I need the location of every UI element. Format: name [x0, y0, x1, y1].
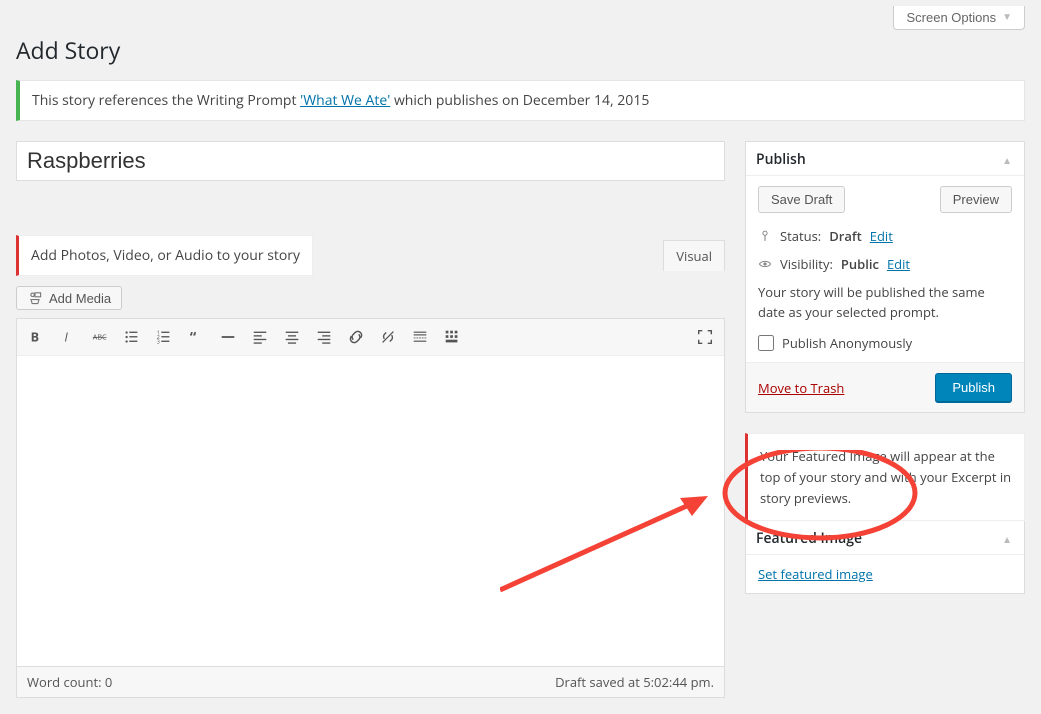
strikethrough-button[interactable]: ABC: [85, 323, 115, 351]
eye-icon: [758, 257, 772, 271]
page-title: Add Story: [16, 34, 1025, 66]
visibility-label: Visibility:: [780, 255, 833, 273]
publish-note: Your story will be published the same da…: [758, 283, 1012, 322]
screen-options-label: Screen Options: [906, 10, 996, 25]
featured-image-notice: Your Featured Image will appear at the t…: [745, 433, 1025, 521]
prompt-link[interactable]: 'What We Ate': [300, 91, 390, 110]
add-media-button[interactable]: Add Media: [16, 286, 122, 310]
publish-button[interactable]: Publish: [935, 373, 1012, 402]
fullscreen-button[interactable]: [690, 323, 720, 351]
align-center-button[interactable]: [277, 323, 307, 351]
collapse-icon[interactable]: ▲: [1002, 532, 1012, 546]
unlink-button[interactable]: [373, 323, 403, 351]
set-featured-image-link[interactable]: Set featured image: [758, 565, 873, 583]
featured-image-box: Featured Image ▲ Set featured image: [745, 521, 1025, 594]
chevron-down-icon: ▼: [1002, 12, 1012, 23]
anon-checkbox-input[interactable]: [758, 335, 774, 351]
bold-button[interactable]: B: [21, 323, 51, 351]
editor-status-bar: Word count: 0 Draft saved at 5:02:44 pm.: [16, 667, 725, 698]
svg-text:3: 3: [157, 337, 160, 345]
screen-options-button[interactable]: Screen Options ▼: [893, 6, 1025, 30]
hr-button[interactable]: [213, 323, 243, 351]
notice-suffix: which publishes on December 14, 2015: [390, 91, 649, 110]
move-to-trash-link[interactable]: Move to Trash: [758, 379, 844, 397]
notice-prefix: This story references the Writing Prompt: [32, 91, 300, 110]
save-draft-button[interactable]: Save Draft: [758, 186, 845, 213]
media-hint: Add Photos, Video, or Audio to your stor…: [16, 235, 313, 276]
word-count: Word count: 0: [27, 673, 112, 691]
draft-saved: Draft saved at 5:02:44 pm.: [555, 673, 714, 691]
anon-label: Publish Anonymously: [782, 334, 912, 352]
pin-icon: [758, 229, 772, 243]
prompt-notice: This story references the Writing Prompt…: [16, 80, 1025, 121]
publish-anonymously-checkbox[interactable]: Publish Anonymously: [758, 334, 1012, 352]
italic-button[interactable]: I: [53, 323, 83, 351]
svg-text:ABC: ABC: [93, 333, 107, 343]
featured-image-heading: Featured Image: [756, 529, 862, 548]
align-right-button[interactable]: [309, 323, 339, 351]
edit-status-link[interactable]: Edit: [870, 227, 893, 245]
collapse-icon[interactable]: ▲: [1002, 153, 1012, 167]
visibility-value: Public: [841, 255, 879, 273]
blockquote-button[interactable]: “: [181, 323, 211, 351]
editor-toolbar: B I ABC 123 “: [17, 319, 724, 356]
story-title-input[interactable]: [16, 141, 725, 181]
align-left-button[interactable]: [245, 323, 275, 351]
editor: B I ABC 123 “: [16, 318, 725, 667]
svg-text:B: B: [31, 329, 39, 346]
content-editor[interactable]: [17, 356, 724, 666]
publish-box: Publish ▲ Save Draft Preview Status: Dra…: [745, 141, 1025, 413]
bullet-list-button[interactable]: [117, 323, 147, 351]
toolbar-toggle-button[interactable]: [437, 323, 467, 351]
preview-button[interactable]: Preview: [940, 186, 1012, 213]
tab-visual[interactable]: Visual: [663, 240, 725, 271]
add-media-label: Add Media: [49, 291, 111, 306]
svg-text:I: I: [64, 329, 68, 346]
svg-text:“: “: [190, 328, 197, 346]
numbered-list-button[interactable]: 123: [149, 323, 179, 351]
status-value: Draft: [829, 227, 862, 245]
publish-heading: Publish: [756, 150, 806, 169]
link-button[interactable]: [341, 323, 371, 351]
media-icon: [27, 290, 43, 306]
edit-visibility-link[interactable]: Edit: [887, 255, 910, 273]
more-tag-button[interactable]: [405, 323, 435, 351]
status-label: Status:: [780, 227, 821, 245]
